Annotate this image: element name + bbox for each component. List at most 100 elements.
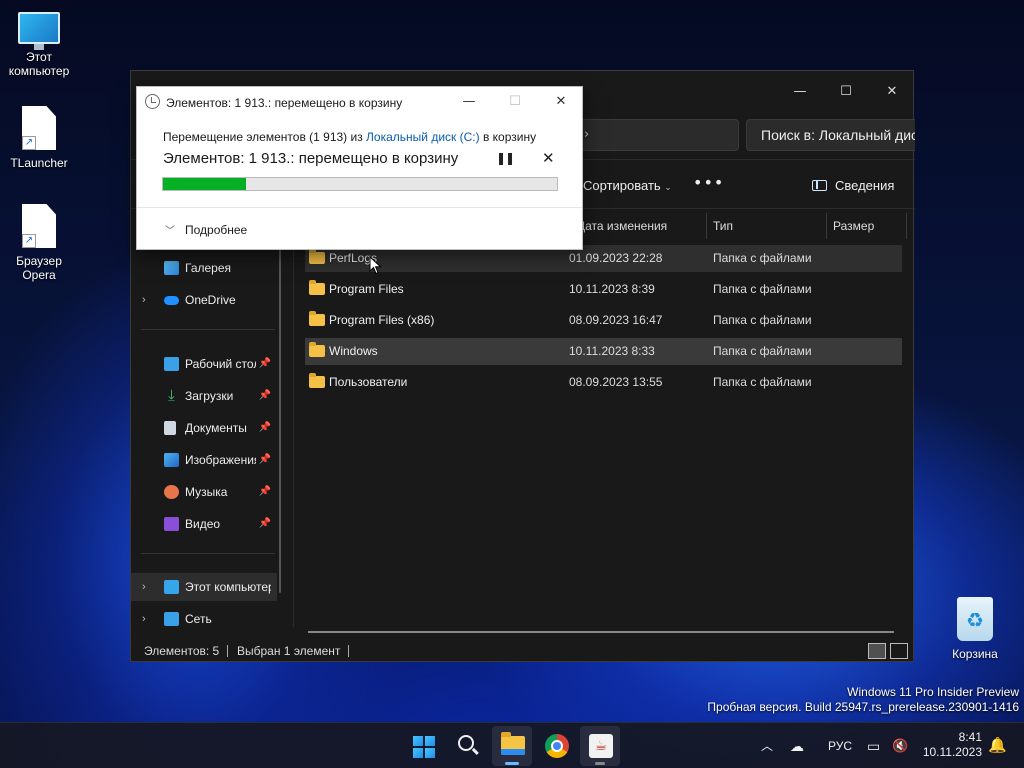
desktop-icon-opera[interactable]: ↗ Браузер Opera	[1, 204, 77, 282]
divider	[141, 553, 275, 554]
file-row-program-files[interactable]: Program Files 10.11.2023 8:39 Папка с фа…	[305, 276, 902, 303]
nav-scrollbar[interactable]	[279, 247, 281, 593]
column-header-type[interactable]: Тип	[707, 213, 827, 239]
shortcut-arrow-icon: ↗	[22, 234, 36, 248]
monitor-icon	[18, 12, 60, 50]
file-type: Папка с файлами	[713, 251, 812, 265]
nav-item-downloads[interactable]: ⤓ Загрузки 📌	[131, 382, 277, 410]
more-details-label: Подробнее	[185, 223, 248, 237]
folder-icon	[309, 373, 325, 388]
file-row-windows[interactable]: Windows 10.11.2023 8:33 Папка с файлами	[305, 338, 902, 365]
divider	[348, 645, 349, 657]
volume-muted-icon[interactable]: 🔇	[892, 723, 908, 768]
address-bar[interactable]: ›	[581, 119, 739, 151]
maximize-button[interactable]: ☐	[823, 77, 869, 107]
pictures-icon	[164, 453, 179, 467]
watermark-line-2: Пробная версия. Build 25947.rs_prereleas…	[707, 700, 1019, 714]
divider	[137, 207, 582, 208]
monitor-network-icon[interactable]: ▭	[867, 723, 880, 768]
close-button[interactable]: ✕	[538, 87, 584, 117]
chevron-right-icon[interactable]: ›	[142, 605, 146, 633]
minimize-button[interactable]: —	[777, 77, 823, 107]
nav-item-this-pc[interactable]: › Этот компьютер	[131, 573, 277, 601]
horizontal-scrollbar[interactable]	[308, 631, 894, 633]
nav-item-pictures[interactable]: Изображения 📌	[131, 446, 277, 474]
watermark-line-1: Windows 11 Pro Insider Preview	[847, 685, 1019, 699]
desktop-icon-label: Корзина	[952, 647, 998, 661]
status-selected: Выбран 1 элемент	[237, 644, 341, 658]
tray-overflow-chevron-icon[interactable]: ︿	[761, 723, 773, 768]
desktop-icon-this-pc[interactable]: Этот компьютер	[1, 12, 77, 78]
taskbar: ☕ ︿ ☁ РУС ▭ 🔇 8:41 10.11.2023 🔔	[0, 722, 1024, 768]
minimize-button[interactable]: —	[446, 87, 492, 117]
nav-item-music[interactable]: Музыка 📌	[131, 478, 277, 506]
search-input[interactable]: Поиск в: Локальный диск (C:)	[746, 119, 915, 151]
cancel-button[interactable]: ✕	[542, 149, 555, 167]
nav-item-network[interactable]: › Сеть	[131, 605, 277, 633]
source-link[interactable]: Локальный диск (C:)	[366, 130, 480, 144]
progress-fill	[163, 178, 246, 190]
nav-item-gallery[interactable]: Галерея	[131, 254, 277, 282]
large-icons-view-button[interactable]	[890, 643, 908, 659]
details-view-button[interactable]	[868, 643, 886, 659]
file-type: Папка с файлами	[713, 313, 812, 327]
sort-button[interactable]: Сортировать ⌄	[583, 178, 672, 193]
input-language-indicator[interactable]: РУС	[828, 723, 852, 768]
pin-icon: 📌	[256, 446, 274, 474]
file-type: Папка с файлами	[713, 375, 812, 389]
taskbar-app-chrome[interactable]	[536, 726, 576, 766]
file-name: Program Files (x86)	[329, 313, 435, 327]
nav-item-documents[interactable]: Документы 📌	[131, 414, 277, 442]
chevron-right-icon[interactable]: ›	[142, 573, 146, 601]
desktop-icon-tlauncher[interactable]: ↗ TLauncher	[1, 106, 77, 170]
clock[interactable]: 8:41 10.11.2023	[922, 730, 982, 760]
nav-item-label: Этот компьютер	[185, 580, 271, 594]
nav-item-video[interactable]: Видео 📌	[131, 510, 277, 538]
taskbar-search-button[interactable]	[447, 726, 487, 766]
chevron-right-icon[interactable]: ›	[142, 286, 146, 314]
gallery-icon	[164, 261, 179, 275]
file-shortcut-icon: ↗	[22, 106, 56, 150]
file-row-program-files-x86[interactable]: Program Files (x86) 08.09.2023 16:47 Пап…	[305, 307, 902, 334]
more-details-toggle[interactable]: ﹀ Подробнее	[165, 222, 247, 237]
start-button[interactable]	[403, 726, 443, 766]
column-header-date[interactable]: Дата изменения	[571, 213, 707, 239]
details-pane-button[interactable]: Сведения	[812, 178, 894, 193]
close-button[interactable]: ✕	[869, 77, 915, 107]
pin-icon: 📌	[256, 478, 274, 506]
more-options-button[interactable]: •••	[693, 173, 724, 192]
taskbar-app-java[interactable]: ☕	[580, 726, 620, 766]
file-shortcut-icon: ↗	[22, 204, 56, 248]
nav-item-onedrive[interactable]: › OneDrive	[131, 286, 277, 314]
taskbar-app-file-explorer[interactable]	[492, 726, 532, 766]
pause-button[interactable]: ❚❚	[496, 151, 515, 165]
maximize-button: ☐	[509, 94, 521, 109]
file-type: Папка с файлами	[713, 282, 812, 296]
search-icon	[458, 735, 474, 751]
details-label: Сведения	[835, 178, 895, 193]
running-indicator	[595, 762, 605, 765]
column-header-size[interactable]: Размер	[827, 213, 907, 239]
pin-icon: 📌	[256, 510, 274, 538]
desktop-icon-recycle-bin[interactable]: ♻ Корзина	[937, 597, 1013, 661]
file-explorer-icon	[501, 732, 525, 755]
build-watermark: Windows 11 Pro Insider Preview Пробная в…	[707, 685, 1019, 715]
divider	[227, 645, 228, 657]
download-icon: ⤓	[168, 387, 175, 404]
desktop-icon	[164, 357, 179, 371]
chrome-icon	[545, 734, 569, 758]
chevron-down-icon: ﹀	[165, 226, 175, 237]
operation-suffix: в корзину	[479, 130, 537, 144]
file-type: Папка с файлами	[713, 344, 812, 358]
operation-prefix: Перемещение элементов (1 913) из	[163, 130, 367, 144]
clock-time: 8:41	[958, 730, 982, 744]
running-indicator	[505, 762, 519, 765]
chevron-right-icon: ›	[584, 127, 590, 142]
pane-divider[interactable]	[293, 209, 294, 627]
nav-item-desktop[interactable]: Рабочий стол 📌	[131, 350, 277, 378]
status-bar: Элементов: 5 Выбран 1 элемент	[131, 639, 915, 663]
file-name: Windows	[329, 344, 378, 358]
notification-bell-icon[interactable]: 🔔	[988, 723, 1007, 768]
file-row-users[interactable]: Пользователи 08.09.2023 13:55 Папка с фа…	[305, 369, 902, 396]
network-offline-icon[interactable]: ☁	[790, 723, 804, 768]
